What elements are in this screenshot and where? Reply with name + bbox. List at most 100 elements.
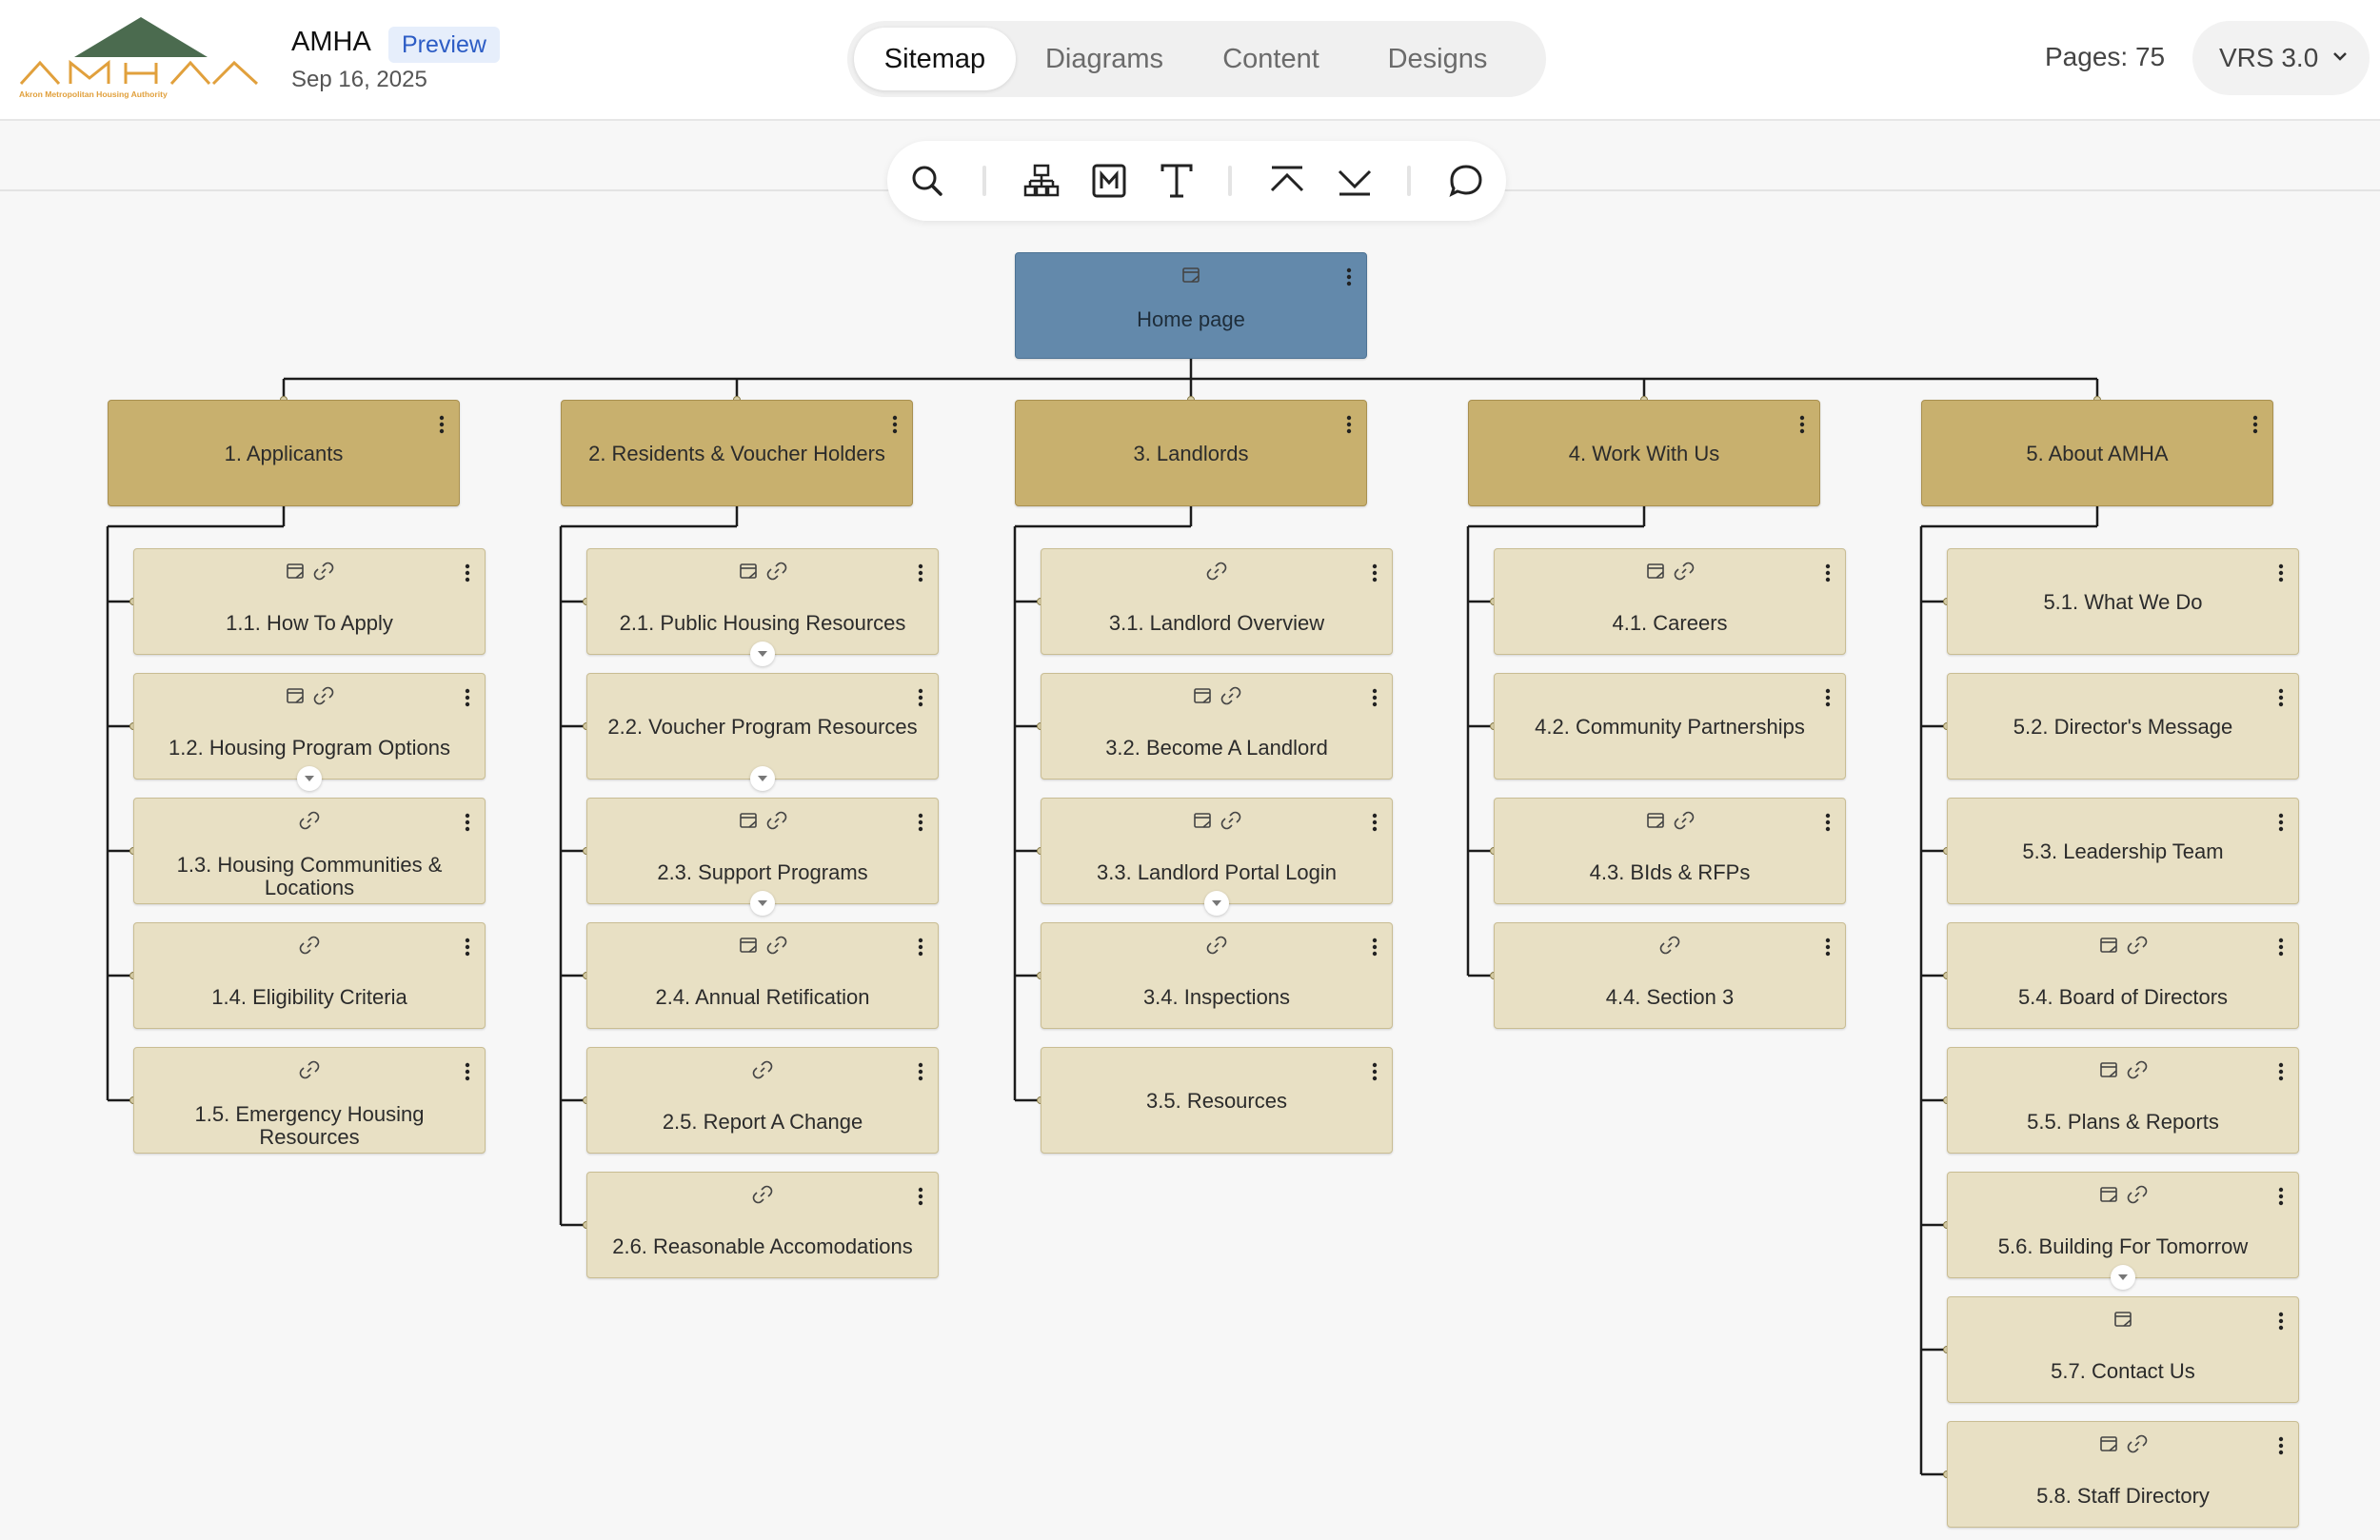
kebab-menu-icon[interactable] (1345, 414, 1353, 435)
page-node-support-programs[interactable]: 2.3. Support Programs (586, 798, 939, 916)
link-icon (299, 811, 320, 830)
kebab-menu-icon[interactable] (1345, 267, 1353, 287)
section-node-about-amha[interactable]: 5. About AMHA (1921, 400, 2273, 506)
node-label: 5.5. Plans & Reports (2027, 1110, 2219, 1134)
section-node-residents-voucher-holders[interactable]: 2. Residents & Voucher Holders (561, 400, 913, 506)
section-node-work-with-us[interactable]: 4. Work With Us (1468, 400, 1820, 506)
page-node-how-to-apply[interactable]: 1.1. How To Apply (133, 548, 486, 655)
page-node-report-a-change[interactable]: 2.5. Report A Change (586, 1047, 939, 1154)
kebab-menu-icon[interactable] (1371, 563, 1378, 583)
page-node-community-partnerships[interactable]: 4.2. Community Partnerships (1494, 673, 1846, 780)
page-node-what-we-do[interactable]: 5.1. What We Do (1947, 548, 2299, 655)
kebab-menu-icon[interactable] (2277, 687, 2285, 708)
kebab-menu-icon[interactable] (917, 937, 924, 958)
page-node-bids-rfps[interactable]: 4.3. BIds & RFPs (1494, 798, 1846, 904)
node-icons (1948, 1059, 2298, 1082)
page-icon (2100, 1187, 2117, 1202)
page-node-eligibility-criteria[interactable]: 1.4. Eligibility Criteria (133, 922, 486, 1029)
kebab-menu-icon[interactable] (917, 563, 924, 583)
page-node-board-of-directors[interactable]: 5.4. Board of Directors (1947, 922, 2299, 1029)
expand-children-button[interactable] (297, 766, 322, 791)
kebab-menu-icon[interactable] (2251, 414, 2259, 435)
kebab-menu-icon[interactable] (917, 687, 924, 708)
section-node-applicants[interactable]: 1. Applicants (108, 400, 460, 506)
kebab-menu-icon[interactable] (2277, 937, 2285, 958)
page-node-leadership-team[interactable]: 5.3. Leadership Team (1947, 798, 2299, 904)
kebab-menu-icon[interactable] (1824, 937, 1832, 958)
kebab-menu-icon[interactable] (1371, 1061, 1378, 1082)
page-node-housing-communities-locations[interactable]: 1.3. Housing Communities & Locations (133, 798, 486, 904)
node-icons (134, 561, 485, 583)
kebab-menu-icon[interactable] (2277, 812, 2285, 833)
kebab-menu-icon[interactable] (891, 414, 899, 435)
page-node-contact-us[interactable]: 5.7. Contact Us (1947, 1296, 2299, 1403)
page-node-housing-program-options[interactable]: 1.2. Housing Program Options (133, 673, 486, 791)
page-icon (2100, 938, 2117, 953)
kebab-menu-icon[interactable] (2277, 563, 2285, 583)
link-icon (766, 936, 787, 955)
expand-children-button[interactable] (750, 891, 775, 916)
kebab-menu-icon[interactable] (2277, 1186, 2285, 1207)
node-icons (1041, 935, 1392, 958)
page-node-inspections[interactable]: 3.4. Inspections (1041, 922, 1393, 1029)
link-icon (2127, 1185, 2148, 1204)
expand-children-button[interactable] (750, 642, 775, 666)
page-node-public-housing-resources[interactable]: 2.1. Public Housing Resources (586, 548, 939, 666)
node-icons (587, 561, 938, 583)
expand-children-button[interactable] (2111, 1265, 2135, 1290)
kebab-menu-icon[interactable] (1824, 687, 1832, 708)
node-label: 1.3. Housing Communities & Locations (176, 853, 443, 899)
page-node-emergency-housing-resources[interactable]: 1.5. Emergency Housing Resources (133, 1047, 486, 1154)
node-label: 5.7. Contact Us (2051, 1359, 2195, 1383)
caret-down-icon (758, 900, 767, 906)
kebab-menu-icon[interactable] (1824, 812, 1832, 833)
kebab-menu-icon[interactable] (464, 812, 471, 833)
kebab-menu-icon[interactable] (464, 1061, 471, 1082)
kebab-menu-icon[interactable] (464, 937, 471, 958)
page-node-director-s-message[interactable]: 5.2. Director's Message (1947, 673, 2299, 780)
kebab-menu-icon[interactable] (2277, 1435, 2285, 1456)
kebab-menu-icon[interactable] (2277, 1311, 2285, 1332)
kebab-menu-icon[interactable] (2277, 1061, 2285, 1082)
page-icon (740, 813, 757, 828)
page-node-section-3[interactable]: 4.4. Section 3 (1494, 922, 1846, 1029)
kebab-menu-icon[interactable] (917, 1061, 924, 1082)
link-icon (752, 1060, 773, 1079)
page-node-plans-reports[interactable]: 5.5. Plans & Reports (1947, 1047, 2299, 1154)
kebab-menu-icon[interactable] (464, 687, 471, 708)
page-node-reasonable-accomodations[interactable]: 2.6. Reasonable Accomodations (586, 1172, 939, 1278)
expand-children-button[interactable] (750, 766, 775, 791)
node-label: Home page (1137, 307, 1245, 331)
link-icon (2127, 1434, 2148, 1453)
page-node-voucher-program-resources[interactable]: 2.2. Voucher Program Resources (586, 673, 939, 791)
page-icon (2100, 1436, 2117, 1451)
expand-children-button[interactable] (1204, 891, 1229, 916)
page-node-staff-directory[interactable]: 5.8. Staff Directory (1947, 1421, 2299, 1528)
node-icons (134, 810, 485, 833)
page-node-resources[interactable]: 3.5. Resources (1041, 1047, 1393, 1154)
kebab-menu-icon[interactable] (1798, 414, 1806, 435)
page-node-building-for-tomorrow[interactable]: 5.6. Building For Tomorrow (1947, 1172, 2299, 1290)
node-label: 2.4. Annual Retification (655, 985, 870, 1009)
page-node-become-a-landlord[interactable]: 3.2. Become A Landlord (1041, 673, 1393, 780)
root-node-home-page[interactable]: Home page (1015, 252, 1367, 359)
page-node-careers[interactable]: 4.1. Careers (1494, 548, 1846, 655)
kebab-menu-icon[interactable] (1371, 812, 1378, 833)
page-node-landlord-overview[interactable]: 3.1. Landlord Overview (1041, 548, 1393, 655)
caret-down-icon (1212, 900, 1221, 906)
kebab-menu-icon[interactable] (917, 1186, 924, 1207)
kebab-menu-icon[interactable] (464, 563, 471, 583)
kebab-menu-icon[interactable] (1371, 687, 1378, 708)
kebab-menu-icon[interactable] (917, 812, 924, 833)
node-label: 3.2. Become A Landlord (1105, 736, 1328, 760)
page-node-annual-retification[interactable]: 2.4. Annual Retification (586, 922, 939, 1029)
page-icon (1194, 688, 1211, 703)
page-node-landlord-portal-login[interactable]: 3.3. Landlord Portal Login (1041, 798, 1393, 916)
node-label: 5.6. Building For Tomorrow (1997, 1234, 2249, 1258)
page-icon (1647, 813, 1664, 828)
kebab-menu-icon[interactable] (1371, 937, 1378, 958)
kebab-menu-icon[interactable] (438, 414, 446, 435)
kebab-menu-icon[interactable] (1824, 563, 1832, 583)
section-node-landlords[interactable]: 3. Landlords (1015, 400, 1367, 506)
node-icons (1041, 685, 1392, 708)
